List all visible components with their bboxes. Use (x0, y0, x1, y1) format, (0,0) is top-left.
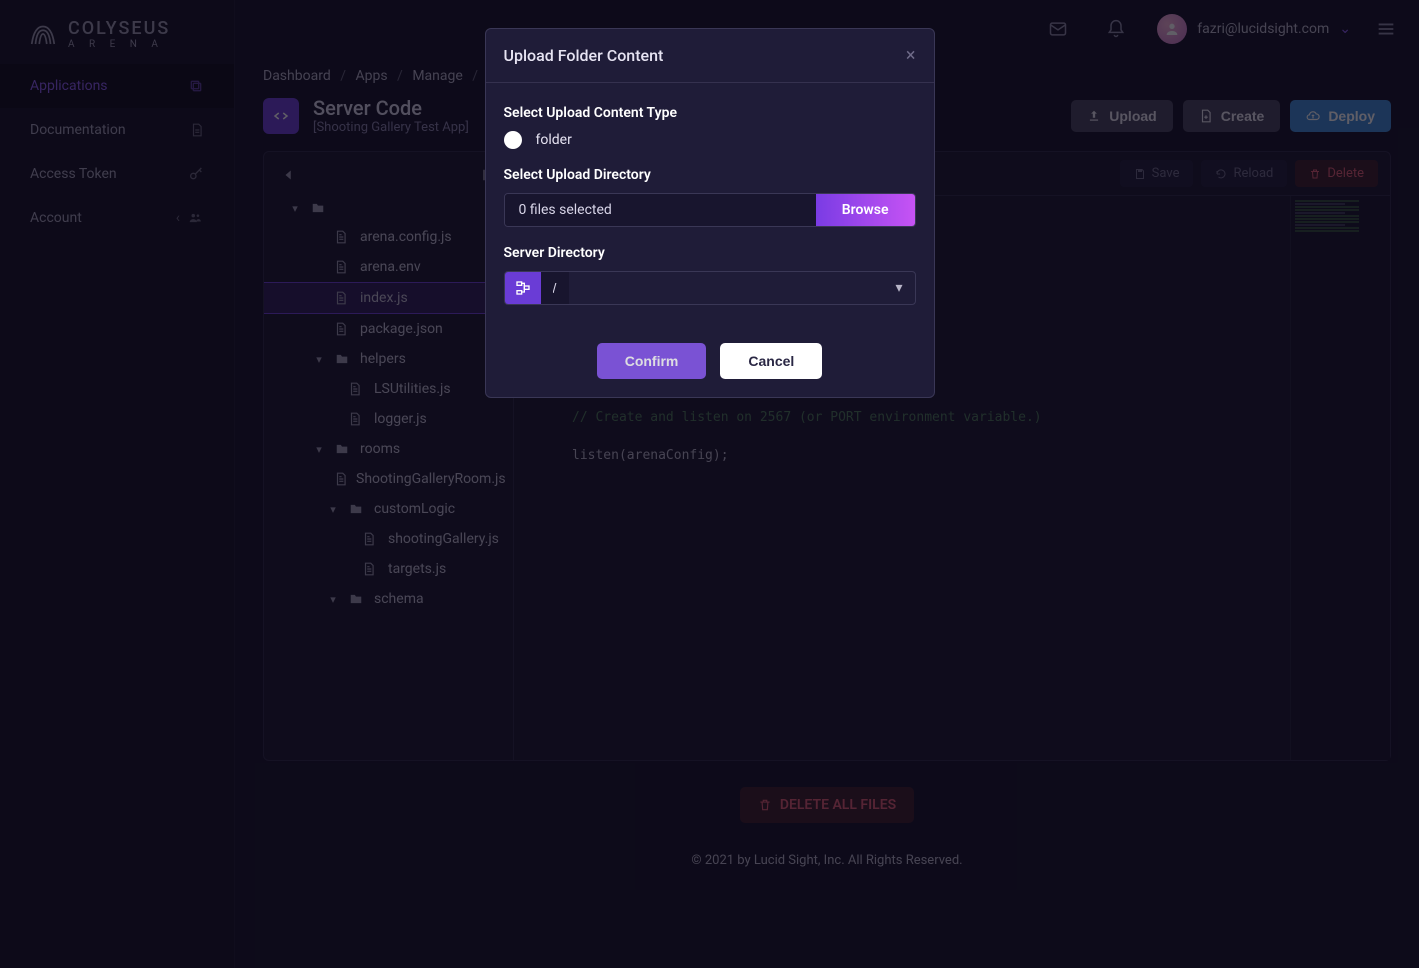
modal-backdrop[interactable]: Upload Folder Content × Select Upload Co… (0, 0, 1419, 968)
upload-modal: Upload Folder Content × Select Upload Co… (485, 28, 935, 398)
browse-button[interactable]: Browse (816, 194, 915, 226)
confirm-button[interactable]: Confirm (597, 343, 707, 379)
label-content-type: Select Upload Content Type (504, 105, 916, 121)
radio-folder[interactable] (504, 131, 522, 149)
modal-title: Upload Folder Content (504, 46, 664, 65)
close-icon[interactable]: × (906, 45, 916, 66)
label-upload-dir: Select Upload Directory (504, 167, 916, 183)
radio-folder-label: folder (536, 132, 572, 148)
server-directory-select[interactable]: / (541, 272, 569, 304)
label-server-dir: Server Directory (504, 245, 916, 261)
files-selected-status: 0 files selected (505, 194, 816, 226)
folder-tree-icon (505, 272, 541, 304)
cancel-button[interactable]: Cancel (720, 343, 822, 379)
